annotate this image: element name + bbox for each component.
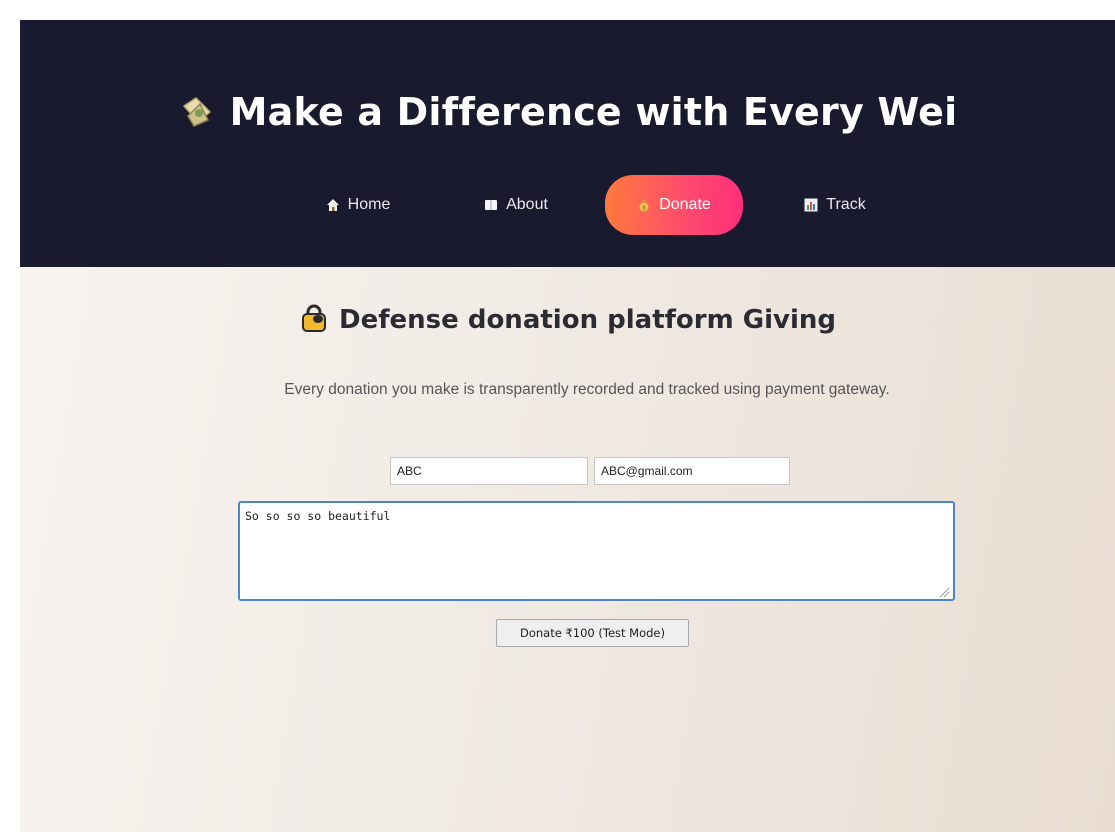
lock-icon: [299, 303, 329, 333]
nav-item-about[interactable]: About: [464, 175, 568, 235]
site-title: Make a Difference with Every Wei: [20, 90, 1115, 134]
nav-item-donate-label: Donate: [659, 196, 711, 213]
email-input[interactable]: [594, 457, 790, 485]
nav-item-track[interactable]: Track: [785, 175, 885, 235]
money-wings-icon: [178, 92, 216, 130]
house-icon: [326, 198, 340, 212]
page-title-text: Defense donation platform Giving: [339, 305, 836, 335]
nav-item-track-label: Track: [826, 196, 866, 213]
nav-item-donate[interactable]: $ Donate: [605, 175, 743, 235]
site-title-text: Make a Difference with Every Wei: [229, 90, 958, 134]
nav-item-home[interactable]: Home: [308, 175, 408, 235]
resize-grip-icon[interactable]: [938, 583, 950, 598]
nav-item-about-label: About: [506, 196, 548, 213]
page-title: Defense donation platform Giving: [20, 303, 1115, 335]
app-frame: Make a Difference with Every Wei Home Ab…: [20, 20, 1115, 832]
book-icon: [484, 198, 498, 212]
nav-item-home-label: Home: [347, 196, 391, 213]
svg-text:$: $: [642, 205, 646, 212]
bar-chart-icon: [804, 198, 818, 212]
site-header: Make a Difference with Every Wei Home Ab…: [20, 20, 1115, 267]
main-nav: Home About $ Donate Track: [20, 175, 1115, 235]
donate-button[interactable]: Donate ₹100 (Test Mode): [496, 619, 689, 647]
message-textarea[interactable]: So so so so beautiful: [238, 501, 955, 601]
name-input[interactable]: [390, 457, 588, 485]
page-description: Every donation you make is transparently…: [284, 381, 890, 398]
money-bag-icon: $: [637, 198, 651, 212]
